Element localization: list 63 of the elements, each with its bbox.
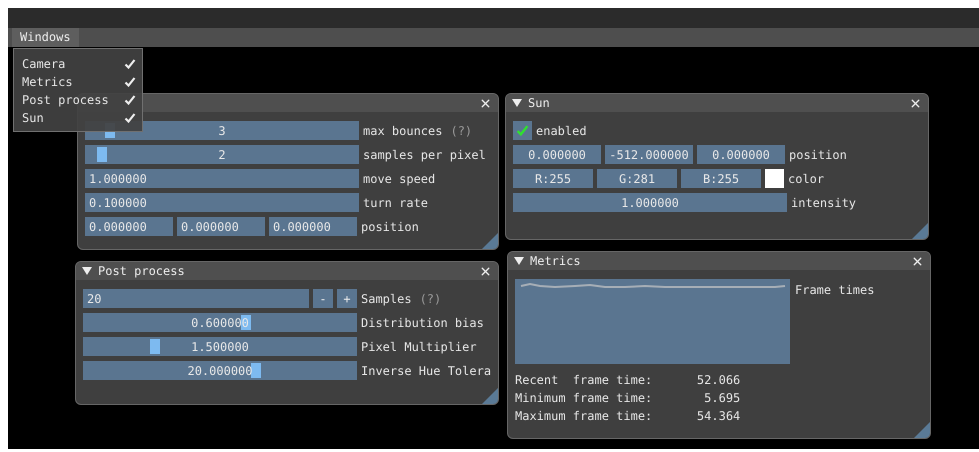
stat-label: Maximum frame time: [515,409,652,423]
increment-button[interactable]: + [337,289,357,308]
field-label: position [789,148,847,162]
field-label: Pixel Multiplier [361,340,477,354]
stat-value: 5.695 [703,391,740,405]
plot-label: Frame times [795,283,874,299]
slider[interactable]: 1.500000 [83,337,357,356]
field-label: max bounces (?) [363,124,472,138]
field-label: position [361,220,419,234]
input-field[interactable]: -512.000000 [605,145,693,164]
collapse-icon[interactable] [512,99,522,107]
field-label: turn rate [363,196,428,210]
menu-item[interactable]: Metrics [22,75,73,89]
menu-item[interactable]: Windows [12,28,79,47]
input-field[interactable]: 0.000000 [269,217,357,236]
collapse-icon[interactable] [514,257,524,265]
slider[interactable]: 2 [85,145,359,164]
checkbox[interactable] [513,121,532,140]
check-icon [516,124,529,137]
stat-label: Recent frame time: [515,373,652,387]
input-field[interactable]: B:255 [681,169,761,188]
menu-item[interactable]: Sun [22,111,44,125]
collapse-icon[interactable] [82,267,92,275]
input-field[interactable]: 0.000000 [697,145,785,164]
field-label: Samples (?) [361,292,442,306]
stat-value: 54.364 [696,409,740,423]
color-swatch[interactable] [765,169,784,188]
input-field[interactable]: 1.000000 [85,169,359,188]
field-label: Inverse Hue Tolera [361,364,492,378]
check-icon [124,58,136,70]
slider-grab[interactable] [150,339,160,354]
slider-grab[interactable] [251,363,262,378]
close-icon[interactable] [911,254,924,268]
input-field[interactable]: R:255 [513,169,593,188]
stat-value: 52.066 [696,373,740,387]
check-icon [124,94,136,106]
window-title: Sun [528,96,551,110]
input-field[interactable]: 0.000000 [85,217,173,236]
field-label: enabled [536,124,587,138]
stat-label: Minimum frame time: [515,391,652,405]
field-label: Distribution bias [361,316,484,330]
decrement-button[interactable]: - [313,289,333,308]
input-field[interactable]: 1.000000 [513,193,787,212]
field-label: samples per pixel [363,148,486,162]
check-icon [124,112,136,124]
input-field[interactable]: 0.000000 [513,145,601,164]
resize-handle[interactable] [914,422,930,438]
field-label: intensity [791,196,856,210]
check-icon [124,76,136,88]
field-label: color [788,172,824,186]
window-title: Post process [98,264,186,278]
menu-item[interactable]: Camera [22,57,66,71]
input-field[interactable]: 0.000000 [177,217,265,236]
input-field[interactable]: G:281 [597,169,677,188]
window-title: Metrics [530,254,582,268]
close-icon[interactable] [479,264,492,278]
input-field[interactable]: 0.100000 [85,193,359,212]
slider-grab[interactable] [97,147,108,162]
close-icon[interactable] [479,96,492,110]
close-icon[interactable] [909,96,922,110]
menu-item[interactable]: Post process [22,93,109,107]
input-field[interactable]: 20 [83,289,309,308]
field-label: move speed [363,172,436,186]
